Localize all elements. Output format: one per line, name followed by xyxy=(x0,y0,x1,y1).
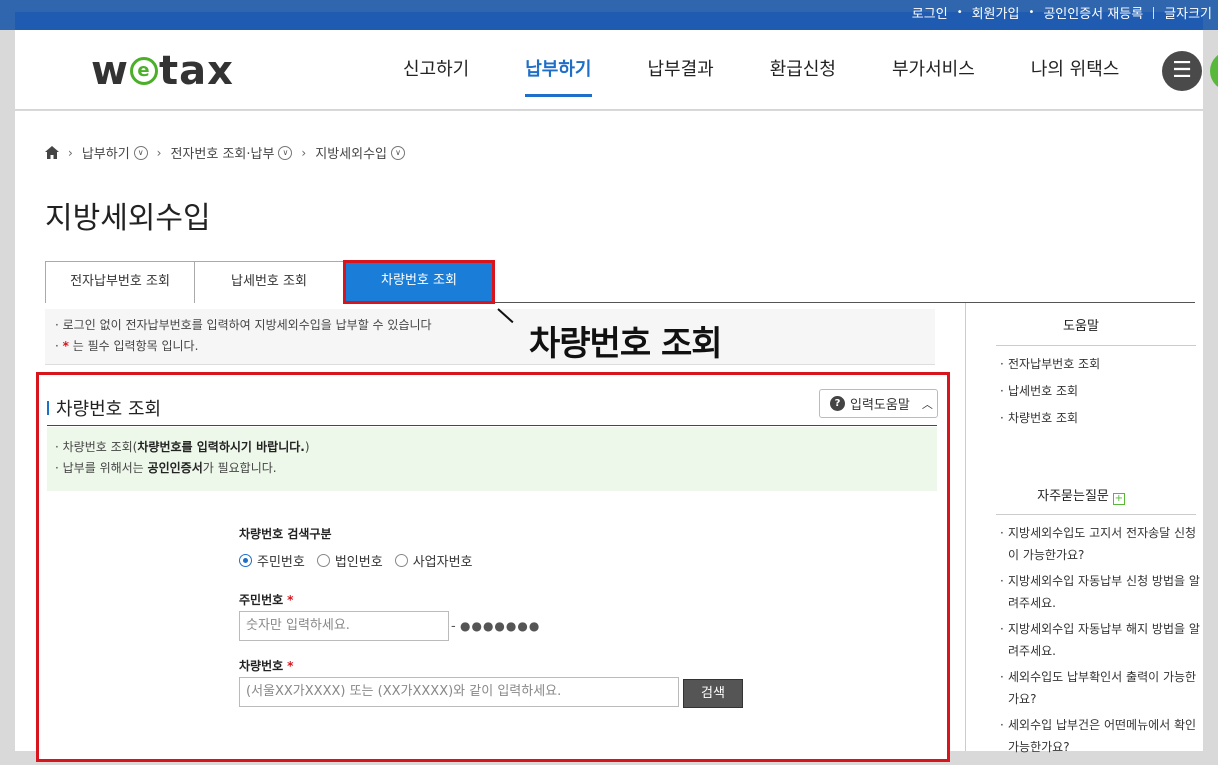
breadcrumb: › 납부하기 ∨ › 전자번호 조회·납부 ∨ › 지방세외수입 ∨ xyxy=(45,143,405,162)
search-type-radios: 주민번호 법인번호 사업자번호 xyxy=(239,551,485,570)
faq-item[interactable]: 지방세외수입 자동납부 해지 방법을 알려주세요. xyxy=(1000,618,1200,662)
wetax-logo[interactable]: w e tax xyxy=(91,48,234,94)
required-star: * xyxy=(287,593,294,607)
radio-label: 사업자번호 xyxy=(412,555,473,570)
guide-bold: 차량번호를 입력하시기 바랍니다. xyxy=(137,440,305,454)
notice-line: · * 는 필수 입력항목 입니다. xyxy=(55,336,935,357)
plus-icon[interactable]: + xyxy=(1112,493,1125,505)
radio-label: 법인번호 xyxy=(334,555,383,570)
help-title: 도움말 xyxy=(1063,319,1099,334)
nav-my-wetax[interactable]: 나의 위택스 xyxy=(1031,30,1120,110)
separator-bar xyxy=(1153,6,1155,19)
nav-payment[interactable]: 납부하기 xyxy=(525,30,592,110)
help-item[interactable]: 차량번호 조회 xyxy=(1000,407,1200,429)
radio-corporate-number[interactable]: 법인번호 xyxy=(316,551,383,570)
title-divider xyxy=(47,425,937,426)
form-title: 차량번호 조회 xyxy=(47,395,161,421)
separator-dot: • xyxy=(1028,7,1035,18)
tab-bar: 전자납부번호 조회 납세번호 조회 차량번호 조회 xyxy=(45,260,1195,304)
input-help-button[interactable]: ? 입력도움말 ︿ xyxy=(819,389,938,418)
vehicle-number-input[interactable]: (서울XX가XXXX) 또는 (XX가XXXX)와 같이 입력하세요. xyxy=(239,677,679,707)
guide-bold: 공인인증서 xyxy=(147,461,203,475)
callout-label: 차량번호 조회 xyxy=(529,324,723,364)
guide-text: ) xyxy=(304,440,310,454)
breadcrumb-item[interactable]: 전자번호 조회·납부 xyxy=(170,143,274,162)
menu-icon[interactable]: ☰ xyxy=(1162,51,1202,91)
login-link[interactable]: 로그인 xyxy=(912,3,948,22)
faq-title: 자주묻는질문 + xyxy=(966,485,1196,505)
notice-bullet: · xyxy=(55,339,63,353)
guide-line: · 차량번호 조회(차량번호를 입력하시기 바랍니다.) xyxy=(55,437,937,458)
nav-report[interactable]: 신고하기 xyxy=(403,30,469,110)
resident-number-mask: ●●●●●●● xyxy=(460,619,541,633)
chevron-down-icon[interactable]: ∨ xyxy=(391,145,405,160)
notice-text: 는 필수 입력항목 입니다. xyxy=(68,339,199,353)
help-item[interactable]: 전자납부번호 조회 xyxy=(1000,353,1200,375)
resident-number-input[interactable]: 숫자만 입력하세요. xyxy=(239,611,449,641)
faq-title-text: 자주묻는질문 xyxy=(1037,489,1109,504)
join-link[interactable]: 회원가입 xyxy=(972,3,1020,22)
guide-text: · 차량번호 조회( xyxy=(55,440,138,454)
separator-dot: • xyxy=(956,7,963,18)
nav-extra-services[interactable]: 부가서비스 xyxy=(892,30,975,110)
resident-number-label: 주민번호 * xyxy=(239,591,293,608)
vehicle-search-form: 차량번호 조회 ? 입력도움말 ︿ · 차량번호 조회(차량번호를 입력하시기 … xyxy=(36,372,950,762)
tab-electronic-payment-number[interactable]: 전자납부번호 조회 xyxy=(45,261,195,303)
guide-box: · 차량번호 조회(차량번호를 입력하시기 바랍니다.) · 납부를 위해서는 … xyxy=(47,427,937,491)
radio-circle xyxy=(239,554,252,567)
help-sidebar: 도움말 전자납부번호 조회 납세번호 조회 차량번호 조회 자주묻는질문+ 지방… xyxy=(965,303,1203,754)
radio-label: 주민번호 xyxy=(257,555,305,570)
help-button-label: 입력도움말 xyxy=(850,398,910,413)
main-content: › 납부하기 ∨ › 전자번호 조회·납부 ∨ › 지방세외수입 ∨ 지방세외수… xyxy=(15,111,1203,762)
green-circle-button[interactable] xyxy=(1210,51,1218,91)
question-icon: ? xyxy=(830,396,845,411)
site-header: w e tax 신고하기 납부하기 납부결과 환급신청 부가서비스 나의 위택스 ☰ xyxy=(15,30,1218,110)
faq-item[interactable]: 지방세외수입도 고지서 전자송달 신청이 가능한가요? xyxy=(1000,522,1200,566)
radio-business-number[interactable]: 사업자번호 xyxy=(394,551,473,570)
page-title: 지방세외수입 xyxy=(45,201,211,236)
sidebar-divider xyxy=(996,514,1196,515)
radio-circle xyxy=(394,554,408,567)
search-button[interactable]: 검색 xyxy=(683,679,743,708)
tab-vehicle-number[interactable]: 차량번호 조회 xyxy=(343,260,495,304)
font-size-link[interactable]: 글자크기 xyxy=(1164,3,1212,22)
utility-bar: 로그인 • 회원가입 • 공인인증서 재등록 글자크기 xyxy=(0,0,1218,30)
radio-resident-number[interactable]: 주민번호 xyxy=(239,551,305,570)
tab-tax-number[interactable]: 납세번호 조회 xyxy=(194,261,344,303)
breadcrumb-arrow-icon: › xyxy=(68,145,73,160)
notice-box: · 로그인 없이 전자납부번호를 입력하여 지방세외수입을 납부할 수 있습니다… xyxy=(45,309,935,365)
logo-e-icon: e xyxy=(129,57,158,85)
utility-links: 로그인 • 회원가입 • 공인인증서 재등록 글자크기 xyxy=(912,3,1212,22)
help-item[interactable]: 납세번호 조회 xyxy=(1000,380,1200,402)
chevron-down-icon[interactable]: ∨ xyxy=(278,145,293,160)
main-nav: 신고하기 납부하기 납부결과 환급신청 부가서비스 나의 위택스 xyxy=(403,30,1175,110)
required-star: * xyxy=(287,659,294,673)
breadcrumb-item[interactable]: 지방세외수입 xyxy=(315,143,387,162)
nav-payment-result[interactable]: 납부결과 xyxy=(648,30,714,110)
guide-text: · 납부를 위해서는 xyxy=(55,461,148,475)
nav-refund[interactable]: 환급신청 xyxy=(770,30,836,110)
radio-circle xyxy=(316,554,330,567)
faq-item[interactable]: 세외수입 납부건은 어떤메뉴에서 확인가능한가요? xyxy=(1000,714,1200,758)
label-text: 차량번호 xyxy=(239,659,284,673)
home-icon[interactable] xyxy=(45,146,59,159)
label-text: 주민번호 xyxy=(239,593,284,607)
search-type-label: 차량번호 검색구분 xyxy=(239,527,332,541)
breadcrumb-item[interactable]: 납부하기 xyxy=(82,143,130,162)
vehicle-number-label: 차량번호 * xyxy=(239,657,293,674)
notice-line: · 로그인 없이 전자납부번호를 입력하여 지방세외수입을 납부할 수 있습니다 xyxy=(55,318,432,332)
chevron-down-icon[interactable]: ∨ xyxy=(133,145,148,160)
breadcrumb-arrow-icon: › xyxy=(301,145,307,160)
faq-item[interactable]: 세외수입도 납부확인서 출력이 가능한가요? xyxy=(1000,666,1200,710)
resident-number-dash: - xyxy=(451,619,456,634)
sidebar-divider xyxy=(996,345,1196,346)
faq-item[interactable]: 지방세외수입 자동납부 신청 방법을 알려주세요. xyxy=(1000,570,1200,614)
cert-reregister-link[interactable]: 공인인증서 재등록 xyxy=(1043,3,1143,22)
breadcrumb-arrow-icon: › xyxy=(156,145,162,160)
chevron-up-icon: ︿ xyxy=(921,397,933,411)
guide-text: 가 필요합니다. xyxy=(202,461,277,475)
guide-line: · 납부를 위해서는 공인인증서가 필요합니다. xyxy=(55,458,937,479)
